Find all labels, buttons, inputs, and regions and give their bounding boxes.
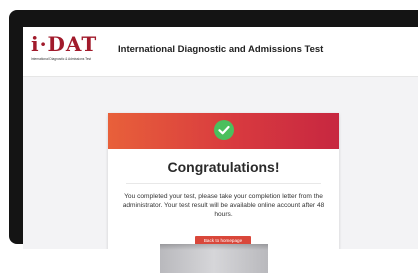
- completion-card: Congratulations! You completed your test…: [108, 113, 339, 249]
- site-title: International Diagnostic and Admissions …: [118, 44, 324, 55]
- monitor-frame: i·DAT International Diagnostic & Admissi…: [9, 10, 418, 249]
- divider: [126, 183, 321, 184]
- site-header: i·DAT International Diagnostic & Admissi…: [23, 27, 418, 77]
- stand-shadow: [160, 244, 268, 250]
- completion-message: You completed your test, please take you…: [122, 193, 325, 218]
- idat-logo[interactable]: i·DAT International Diagnostic & Admissi…: [31, 32, 107, 72]
- check-circle-icon: [214, 120, 234, 140]
- logo-wordmark: i·DAT: [31, 32, 98, 56]
- congratulations-heading: Congratulations!: [167, 159, 280, 175]
- card-banner: [108, 113, 339, 149]
- screen: i·DAT International Diagnostic & Admissi…: [23, 27, 418, 249]
- logo-tagline: International Diagnostic & Admissions Te…: [31, 57, 92, 61]
